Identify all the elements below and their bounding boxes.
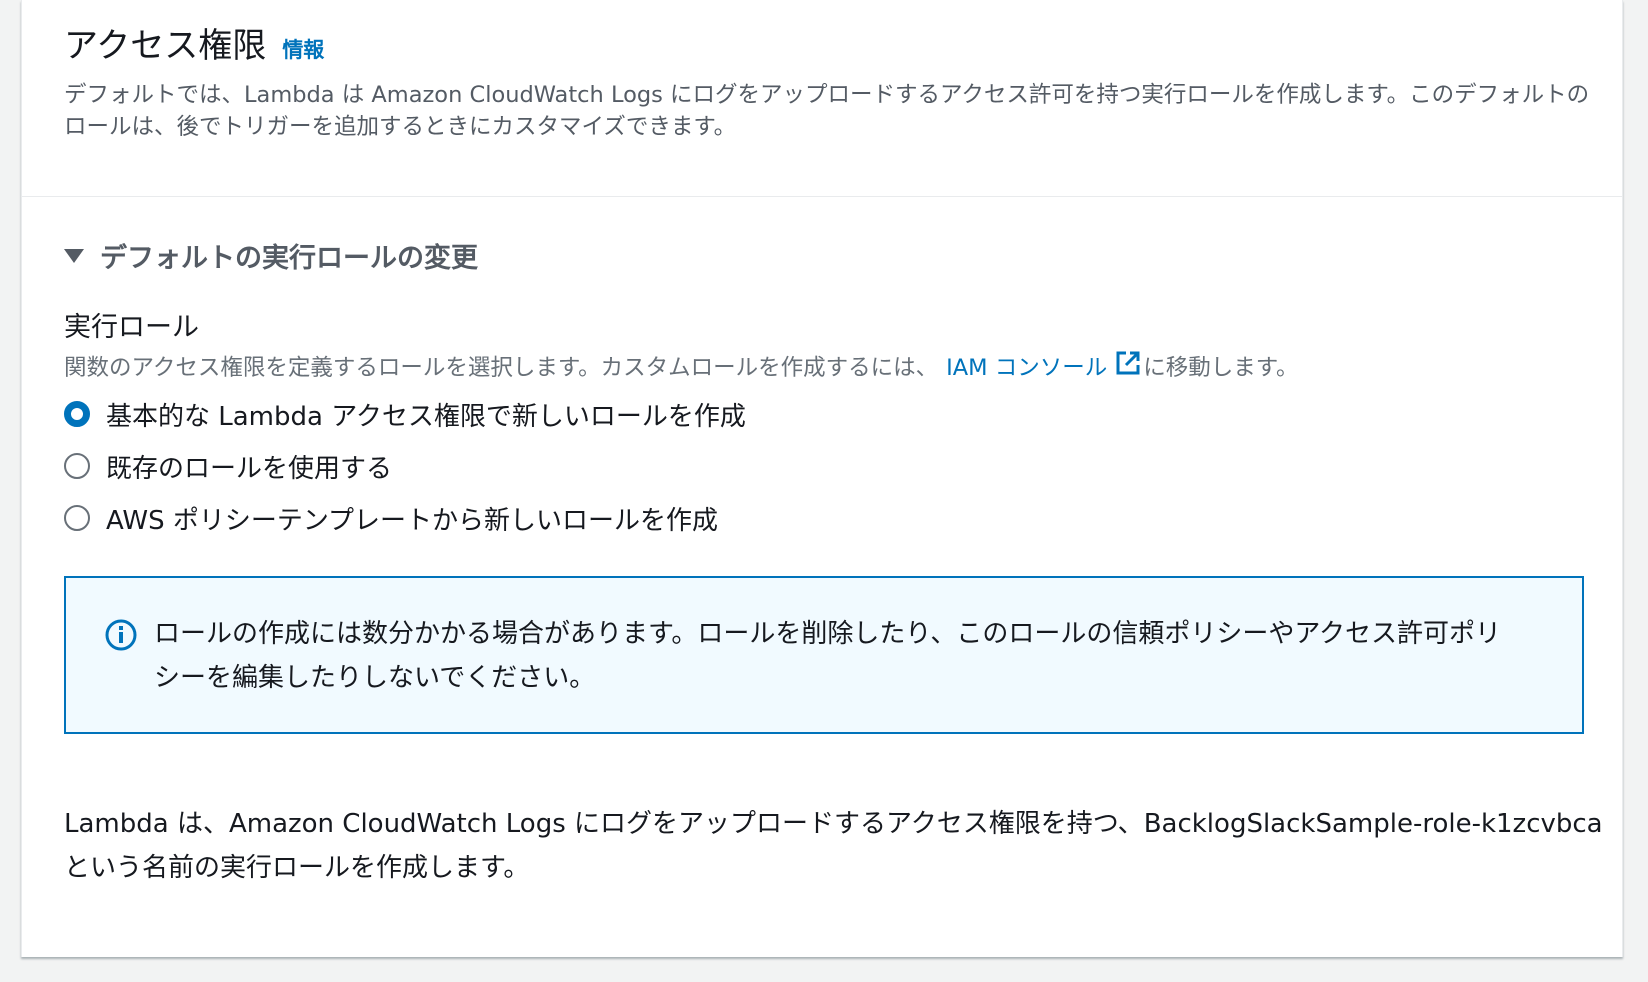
radio-button-selected[interactable] (64, 401, 90, 427)
change-default-role-expander[interactable]: デフォルトの実行ロールの変更 (64, 236, 478, 275)
role-name: BacklogSlackSample-role-k1zcvbca (1143, 809, 1603, 839)
info-icon (104, 618, 138, 656)
summary-suffix: という名前の実行ロールを作成します。 (64, 853, 530, 883)
radio-option-use-existing-role[interactable]: 既存のロールを使用する (64, 440, 1604, 492)
external-link-icon[interactable] (1115, 350, 1141, 382)
title-row: アクセス権限 情報 (64, 18, 1604, 67)
radio-option-create-basic-role[interactable]: 基本的な Lambda アクセス権限で新しいロールを作成 (64, 388, 1604, 440)
radio-option-policy-template[interactable]: AWS ポリシーテンプレートから新しいロールを作成 (64, 492, 1604, 544)
execution-role-description: 関数のアクセス権限を定義するロールを選択します。カスタムロールを作成するには、 … (64, 350, 1604, 382)
section-title: アクセス権限 (64, 26, 267, 66)
divider (22, 196, 1622, 197)
section-description: デフォルトでは、Lambda は Amazon CloudWatch Logs … (64, 82, 1590, 140)
summary-prefix: Lambda は、Amazon CloudWatch Logs にログをアップロ… (64, 809, 1144, 839)
radio-label: AWS ポリシーテンプレートから新しいロールを作成 (106, 505, 719, 536)
alert-text: ロールの作成には数分かかる場合があります。ロールを削除したり、このロールの信頼ポ… (154, 619, 1502, 693)
execution-role-label: 実行ロール (64, 312, 199, 343)
description-suffix: に移動します。 (1143, 355, 1299, 381)
radio-button[interactable] (64, 453, 90, 479)
permissions-panel: アクセス権限 情報 デフォルトでは、Lambda は Amazon CloudW… (21, 0, 1623, 957)
radio-button[interactable] (64, 505, 90, 531)
section-header: アクセス権限 情報 デフォルトでは、Lambda は Amazon CloudW… (64, 18, 1604, 143)
info-alert: ロールの作成には数分かかる場合があります。ロールを削除したり、このロールの信頼ポ… (64, 576, 1584, 734)
description-prefix: 関数のアクセス権限を定義するロールを選択します。カスタムロールを作成するには、 (64, 355, 939, 381)
role-summary: Lambda は、Amazon CloudWatch Logs にログをアップロ… (64, 802, 1604, 890)
radio-label: 既存のロールを使用する (106, 453, 393, 484)
role-radio-group: 基本的な Lambda アクセス権限で新しいロールを作成 既存のロールを使用する… (64, 388, 1604, 544)
info-link[interactable]: 情報 (282, 34, 324, 64)
iam-console-link[interactable]: IAM コンソール (946, 350, 1107, 382)
radio-label: 基本的な Lambda アクセス権限で新しいロールを作成 (106, 401, 746, 432)
execution-role-field: 実行ロール 関数のアクセス権限を定義するロールを選択します。カスタムロールを作成… (64, 305, 1604, 544)
expander-label: デフォルトの実行ロールの変更 (100, 243, 478, 274)
caret-down-icon (64, 248, 84, 263)
